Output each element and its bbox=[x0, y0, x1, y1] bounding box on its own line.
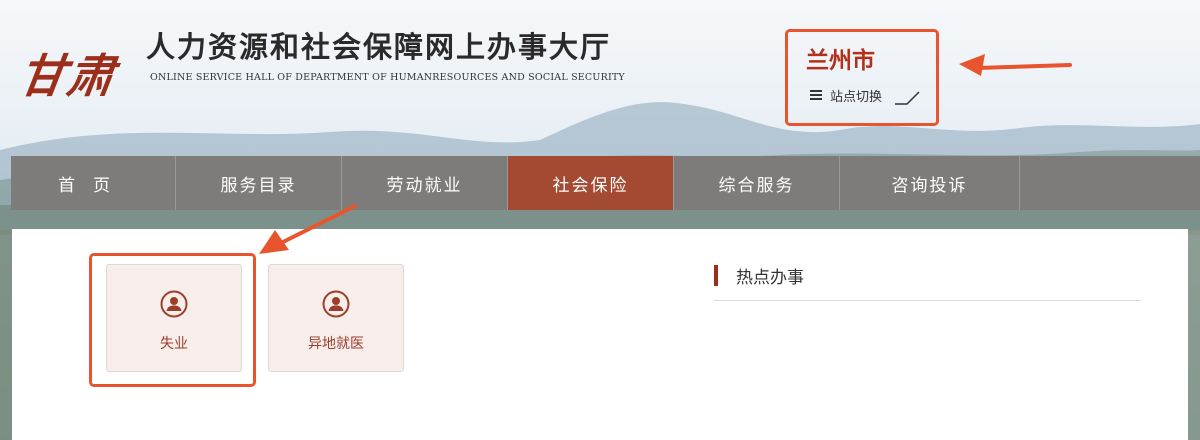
nav-item-labor-employment[interactable]: 劳动就业 bbox=[342, 156, 508, 210]
hot-services-heading: 热点办事 bbox=[714, 265, 804, 288]
nav-item-label: 咨询投诉 bbox=[891, 175, 968, 196]
service-tile-label: 异地就医 bbox=[308, 336, 364, 352]
site-subtitle: ONLINE SERVICE HALL OF DEPARTMENT OF HUM… bbox=[150, 72, 625, 83]
nav-item-comprehensive-services[interactable]: 综合服务 bbox=[674, 156, 840, 210]
divider bbox=[714, 300, 1141, 301]
nav-item-label: 劳动就业 bbox=[386, 175, 463, 196]
logo-text: 甘肃 bbox=[15, 49, 120, 103]
main-nav: 首页 服务目录 劳动就业 社会保险 综合服务 咨询投诉 bbox=[11, 156, 1200, 210]
nav-item-label: 服务目录 bbox=[220, 175, 297, 196]
service-tile-remote-medical[interactable]: 异地就医 bbox=[268, 264, 404, 372]
site-switch-label: 站点切换 bbox=[830, 89, 883, 105]
nav-item-label: 首页 bbox=[58, 175, 128, 196]
person-circle-icon bbox=[160, 290, 188, 318]
annotation-arrow-icon bbox=[259, 204, 357, 254]
heading-accent-bar bbox=[714, 265, 718, 286]
switch-underline-icon bbox=[895, 91, 920, 105]
hot-services-title: 热点办事 bbox=[736, 268, 804, 288]
menu-icon bbox=[810, 90, 822, 100]
nav-item-consult-complaint[interactable]: 咨询投诉 bbox=[840, 156, 1020, 210]
site-logo[interactable]: 甘肃 bbox=[10, 18, 140, 103]
current-city: 兰州市 bbox=[806, 48, 875, 74]
annotation-arrow-icon bbox=[959, 54, 1072, 76]
site-switch-button[interactable]: 站点切换 bbox=[810, 84, 882, 106]
nav-item-social-insurance[interactable]: 社会保险 bbox=[508, 156, 674, 210]
nav-item-home[interactable]: 首页 bbox=[11, 156, 176, 210]
site-title: 人力资源和社会保障网上办事大厅 bbox=[146, 30, 612, 64]
service-tile-unemployment[interactable]: 失业 bbox=[106, 264, 242, 372]
nav-item-label: 社会保险 bbox=[552, 175, 629, 196]
nav-item-label: 综合服务 bbox=[718, 175, 795, 196]
person-circle-icon bbox=[322, 290, 350, 318]
service-tile-label: 失业 bbox=[160, 336, 188, 352]
